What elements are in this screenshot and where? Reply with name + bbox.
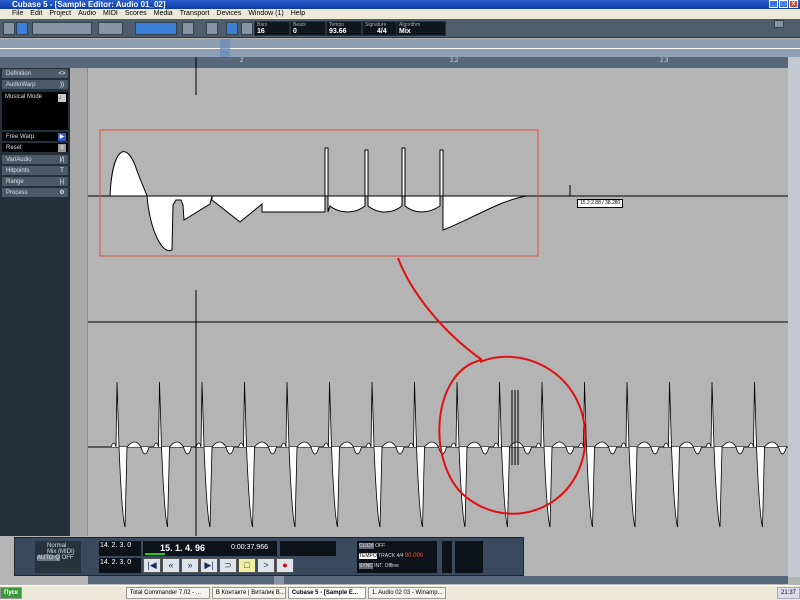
goto-end-button[interactable]: ▶| xyxy=(200,558,218,573)
tempo-mode: TRACK xyxy=(378,553,396,559)
task-label: В Контакте | Виталик В... xyxy=(215,590,285,596)
marker-display[interactable] xyxy=(280,541,336,556)
goto-start-button[interactable]: |◀ xyxy=(143,558,161,573)
task-cubase[interactable]: Cubase 5 - [Sample E... xyxy=(287,587,366,599)
sync-state: Offline xyxy=(384,563,399,569)
play-button[interactable]: > xyxy=(257,558,275,573)
time-position: 0:00:37.966 xyxy=(231,544,268,551)
stop-button[interactable]: □ xyxy=(238,558,256,573)
start-button[interactable]: Пуск xyxy=(0,587,22,599)
horizontal-scrollbar[interactable] xyxy=(88,576,788,584)
tempo-display: 90.000 xyxy=(404,553,424,559)
tempo-panel: CLICK OFF TEMPO TRACK 4/4 90.000 SYNC IN… xyxy=(357,541,437,573)
tempo-button[interactable]: TEMPO xyxy=(359,553,377,559)
bar-position: 15. 1. 4. 96 xyxy=(160,543,206,553)
sync-button[interactable]: SYNC xyxy=(359,563,373,569)
click-button[interactable]: CLICK xyxy=(359,543,374,549)
record-button[interactable]: ● xyxy=(276,558,294,573)
taskbar: Пуск Total Commander 7.02 - ... В Контак… xyxy=(0,585,800,600)
signature-display: 4/4 xyxy=(396,553,404,559)
auto-quantize-button[interactable]: AUTO Q xyxy=(37,555,60,561)
forward-button[interactable]: » xyxy=(181,558,199,573)
position-display[interactable]: 15. 1. 4. 96 0:00:37.966 xyxy=(143,541,277,556)
vertical-scrollbar[interactable] xyxy=(788,57,800,577)
start-label: Пуск xyxy=(4,590,18,596)
transport-panel: Normal Mix (MIDI) AUTO Q OFF 14. 2. 3. 0… xyxy=(14,537,524,576)
waveform-path xyxy=(88,381,788,528)
clock: 21:37 xyxy=(780,590,796,596)
sync-mode: INT. xyxy=(374,563,384,569)
position-tooltip: 15.2.2.88 / 38.280 xyxy=(577,199,624,208)
click-value: OFF xyxy=(375,543,386,549)
left-locator[interactable]: 14. 2. 3. 0 xyxy=(99,541,141,556)
task-label: 1. Audio 02 03 - Winamp... xyxy=(371,590,443,596)
zoomed-waveform xyxy=(109,147,528,252)
task-winamp[interactable]: 1. Audio 02 03 - Winamp... xyxy=(367,587,446,599)
right-locator[interactable]: 14. 2. 3. 0 xyxy=(99,558,141,573)
rewind-button[interactable]: « xyxy=(162,558,180,573)
output-meter xyxy=(455,541,483,573)
task-total-commander[interactable]: Total Commander 7.02 - ... xyxy=(125,587,210,599)
task-vkontakte[interactable]: В Контакте | Виталик В... xyxy=(211,587,286,599)
mode-panel[interactable]: Normal Mix (MIDI) AUTO Q OFF xyxy=(35,541,81,573)
input-meter xyxy=(442,541,452,573)
cycle-button[interactable]: ⊃ xyxy=(219,558,237,573)
editor-canvas[interactable] xyxy=(0,0,800,600)
waveform xyxy=(88,381,788,528)
system-tray: 21:37 xyxy=(776,587,800,599)
task-label: Total Commander 7.02 - ... xyxy=(129,590,201,596)
auto-quantize-value: OFF xyxy=(61,555,74,561)
left-locator-value: 14. 2. 3. 0 xyxy=(100,542,132,549)
right-locator-value: 14. 2. 3. 0 xyxy=(100,559,132,566)
annotation-line xyxy=(397,257,483,361)
task-label: Cubase 5 - [Sample E... xyxy=(291,590,358,596)
